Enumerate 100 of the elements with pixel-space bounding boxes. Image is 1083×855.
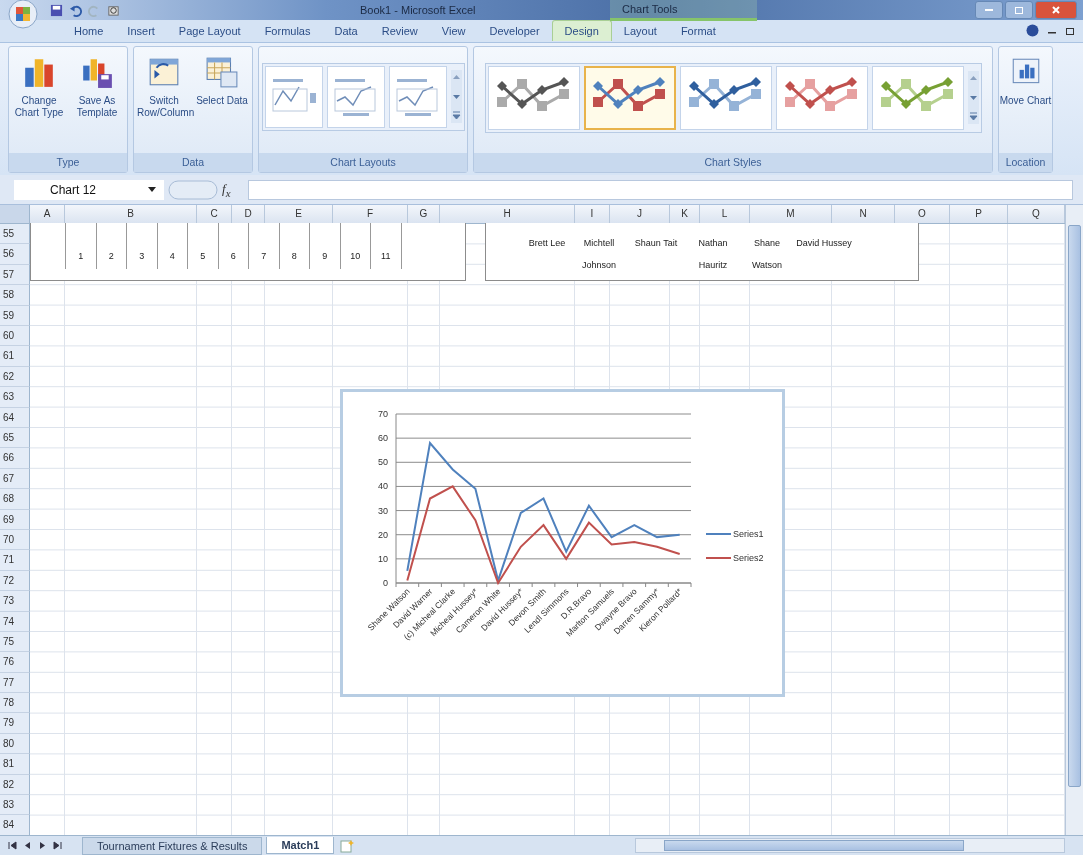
ribbon-tab[interactable]: Developer <box>477 20 552 41</box>
previous-sheet-icon[interactable] <box>23 841 32 851</box>
ribbon-tab[interactable]: Home <box>62 20 116 41</box>
last-sheet-icon[interactable] <box>53 841 62 851</box>
close-button[interactable] <box>1035 1 1077 19</box>
column-header[interactable]: P <box>950 205 1008 224</box>
ribbon-tab[interactable]: Page Layout <box>166 20 253 41</box>
row-header[interactable]: 82 <box>0 774 30 796</box>
axis-label: 7 <box>249 223 280 270</box>
row-header[interactable]: 72 <box>0 570 30 592</box>
row-header[interactable]: 84 <box>0 815 30 836</box>
group-label: Data <box>134 152 252 172</box>
axis-label: 11 <box>371 223 402 270</box>
chart-fragment[interactable]: Brett Lee Michtell Johnson Shaun Tait Nathan Hauritz Shane Watson David Hussey <box>485 223 919 282</box>
legend-label: Series1 <box>733 529 764 540</box>
layout-option[interactable] <box>388 65 447 128</box>
save-icon[interactable] <box>50 3 63 17</box>
row-header[interactable]: 55 <box>0 224 30 245</box>
style-option[interactable] <box>583 65 676 130</box>
dropdown-caret-icon <box>148 186 156 193</box>
formula-bar-grip[interactable] <box>168 179 218 200</box>
more-icon[interactable] <box>968 112 978 122</box>
axis-label: 10 <box>378 553 388 564</box>
row-header[interactable]: 75 <box>0 631 30 653</box>
row-header[interactable]: 70 <box>0 529 30 551</box>
style-option[interactable] <box>487 65 580 130</box>
name-box[interactable]: Chart 12 <box>14 179 164 200</box>
row-header[interactable]: 66 <box>0 448 30 469</box>
axis-label: 5 <box>188 223 219 270</box>
horizontal-scrollbar[interactable] <box>635 838 1065 854</box>
row-header[interactable]: 63 <box>0 387 30 408</box>
undo-icon[interactable] <box>69 3 82 17</box>
row-header[interactable]: 57 <box>0 264 30 286</box>
minimize-button[interactable] <box>975 1 1003 19</box>
row-header[interactable]: 61 <box>0 346 30 367</box>
window-title: Book1 - Microsoft Excel <box>360 4 477 16</box>
sheet-tab[interactable]: Tournament Fixtures & Results <box>82 836 263 855</box>
row-header[interactable]: 80 <box>0 733 30 755</box>
row-header[interactable]: 59 <box>0 305 30 327</box>
group-label: Chart Styles <box>474 152 992 172</box>
insert-function-button[interactable]: f$_{x}$ <box>222 180 244 199</box>
style-option[interactable] <box>775 65 868 130</box>
scroll-down-icon[interactable] <box>451 92 461 102</box>
row-header[interactable]: 65 <box>0 428 30 449</box>
axis-label: 4 <box>157 223 188 270</box>
group-label: Chart Layouts <box>259 152 467 172</box>
formula-input[interactable] <box>248 179 1073 200</box>
row-header[interactable]: 68 <box>0 489 30 510</box>
ribbon-tab[interactable]: Formulas <box>252 20 323 41</box>
restore-button[interactable] <box>1005 1 1033 19</box>
legend-swatch <box>705 533 732 536</box>
row-header[interactable]: 64 <box>0 407 30 428</box>
layout-option[interactable] <box>264 65 323 128</box>
ribbon-button[interactable]: Move Chart <box>998 54 1053 108</box>
chart-fragment[interactable]: 1 2 3 4 5 6 7 8 9 10 11 <box>30 223 466 282</box>
ribbon-tab[interactable]: View <box>429 20 478 41</box>
ribbon-tab[interactable]: Insert <box>115 20 167 41</box>
legend-label: Series2 <box>733 553 764 564</box>
row-header[interactable]: 81 <box>0 754 30 775</box>
next-sheet-icon[interactable] <box>38 841 47 851</box>
row-header[interactable]: 74 <box>0 611 30 632</box>
sheet-tab[interactable]: Match1 <box>266 837 335 855</box>
row-header[interactable]: 69 <box>0 509 30 530</box>
row-header[interactable]: 71 <box>0 550 30 571</box>
restore-icon <box>1013 4 1025 16</box>
row-header[interactable]: 73 <box>0 591 30 612</box>
close-icon <box>1050 4 1062 16</box>
group-label: Location <box>999 152 1052 172</box>
context-tab-label: Chart Tools <box>610 0 758 21</box>
ribbon-tab[interactable]: Layout <box>611 20 669 41</box>
layout-option[interactable] <box>326 65 385 128</box>
axis-label: Michtell Johnson <box>581 237 617 273</box>
ribbon-tab[interactable]: Data <box>322 20 370 41</box>
row-header[interactable]: 78 <box>0 693 30 714</box>
row-header[interactable]: 76 <box>0 652 30 673</box>
group-label: Type <box>9 152 127 172</box>
row-header[interactable]: 62 <box>0 366 30 388</box>
restore-icon[interactable] <box>1065 25 1075 36</box>
ribbon-tab[interactable]: Format <box>668 20 728 41</box>
chart-area[interactable] <box>340 389 785 698</box>
ribbon-button[interactable]: Select Data <box>195 54 249 108</box>
more-icon[interactable] <box>451 111 461 121</box>
ribbon-button[interactable]: Change Chart Type <box>12 54 66 120</box>
row-header[interactable]: 77 <box>0 672 30 694</box>
row-header[interactable]: 60 <box>0 326 30 347</box>
ribbon-tab[interactable]: Review <box>369 20 430 41</box>
row-header[interactable]: 79 <box>0 713 30 734</box>
row-header[interactable]: 56 <box>0 244 30 265</box>
axis-label: 50 <box>378 457 388 468</box>
first-sheet-icon[interactable] <box>8 841 17 851</box>
ribbon-button[interactable]: Save As Template <box>70 54 124 120</box>
style-option[interactable] <box>679 65 772 130</box>
row-header[interactable]: 83 <box>0 795 30 816</box>
row-header[interactable]: 67 <box>0 468 30 490</box>
row-header[interactable]: 58 <box>0 285 30 306</box>
vertical-scrollbar[interactable] <box>1065 205 1083 836</box>
scroll-down-icon[interactable] <box>968 93 978 103</box>
ribbon-tab[interactable]: Design <box>551 20 612 42</box>
axis-label: 8 <box>279 223 310 270</box>
axis-label: 2 <box>96 223 127 270</box>
